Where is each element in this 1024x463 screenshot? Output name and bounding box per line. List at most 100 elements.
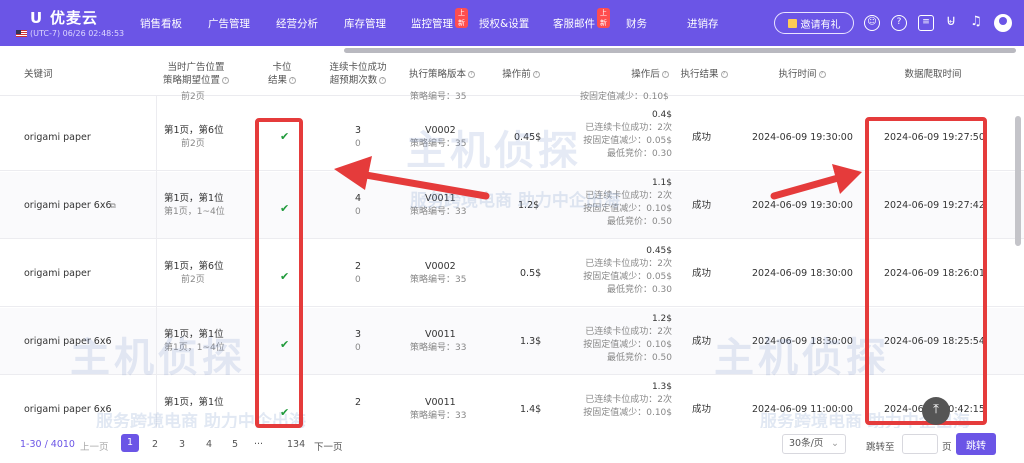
jump-button[interactable]: 跳转 xyxy=(956,433,996,455)
new-badge: 上新 xyxy=(597,8,610,28)
help-icon[interactable]: ? xyxy=(720,71,728,78)
top-bar: U 优麦云 (UTC-7) 06/26 02:48:53 销售看板 广告管理 经… xyxy=(0,0,1024,46)
page-ellipsis[interactable]: ··· xyxy=(254,439,263,450)
help-icon[interactable]: ? xyxy=(379,77,387,84)
keyword-cell[interactable]: origami paper xyxy=(24,131,91,144)
vertical-scrollbar[interactable] xyxy=(1015,116,1021,246)
message-icon[interactable]: ≡ xyxy=(918,15,934,31)
nav-item-inventory[interactable]: 库存管理 xyxy=(344,16,386,31)
pagination-range: 1-30 / 4010 xyxy=(20,439,75,450)
nav-item-analysis[interactable]: 经营分析 xyxy=(276,16,318,31)
header-consecutive-line2: 超预期次数? xyxy=(318,74,398,87)
bell-icon[interactable]: ♫ xyxy=(968,15,984,31)
nav-item-auth[interactable]: 授权&设置 xyxy=(479,16,529,31)
after-detail: 已连续卡位成功：2次 xyxy=(585,395,672,405)
page-1-button[interactable]: 1 xyxy=(121,434,139,452)
help-icon[interactable]: ? xyxy=(468,71,475,78)
table-row-partial: 前2页 策略编号：35 按固定值减少：0.10$ xyxy=(0,88,1024,104)
version-cell[interactable]: V0011 xyxy=(425,328,456,341)
result-cell: 成功 xyxy=(692,132,712,143)
watermark-logo: 主机侦探 xyxy=(70,335,246,381)
horizontal-scrollbar[interactable] xyxy=(344,48,1016,53)
page-5-button[interactable]: 5 xyxy=(232,439,238,450)
help-icon[interactable]: ? xyxy=(891,15,907,31)
keyword-cell[interactable]: origami paper 6x6 xyxy=(24,199,112,212)
result-cell: 成功 xyxy=(692,200,712,211)
header-position-line1: 当时广告位置 xyxy=(167,62,225,73)
exec-time-cell: 2024-06-09 19:30:00 xyxy=(752,132,853,143)
help-icon[interactable]: ? xyxy=(222,77,229,84)
consecutive-cell: 2 xyxy=(355,261,362,272)
page-134-button[interactable]: 134 xyxy=(287,439,305,450)
next-page-button[interactable]: 下一页 xyxy=(314,439,343,453)
after-detail: 最低竞价：0.50 xyxy=(606,217,672,227)
nav-item-monitor[interactable]: 监控管理 xyxy=(411,16,453,31)
jump-page-input[interactable] xyxy=(902,434,938,454)
after-detail: 最低竞价：0.30 xyxy=(606,285,672,295)
nav-item-sales[interactable]: 销售看板 xyxy=(140,16,182,31)
after-cell: 1.3$ 已连续卡位成功：2次 按固定值减少：0.10$ xyxy=(570,381,672,420)
page-size-value: 30条/页 xyxy=(789,438,824,449)
header-consecutive: 连续卡位成功 超预期次数? xyxy=(318,61,398,87)
prev-page-button[interactable]: 上一页 xyxy=(80,439,109,453)
page-size-select[interactable]: 30条/页 ⌄ xyxy=(782,434,846,454)
timezone-clock: (UTC-7) 06/26 02:48:53 xyxy=(16,29,124,38)
strategy-cell: 策略编号：33 xyxy=(410,343,467,353)
result-cell: 成功 xyxy=(692,268,712,279)
version-cell[interactable]: V0002 xyxy=(425,260,456,273)
nav-item-purchase[interactable]: 进销存 xyxy=(687,16,719,31)
help-icon[interactable]: ? xyxy=(289,77,296,84)
nav-item-ads[interactable]: 广告管理 xyxy=(208,16,250,31)
after-detail: 已连续卡位成功：2次 xyxy=(585,123,672,133)
after-detail: 最低竞价：0.30 xyxy=(606,149,672,159)
version-cell[interactable]: V0011 xyxy=(425,396,456,409)
consecutive-cell: 4 xyxy=(355,193,362,204)
result-cell: 成功 xyxy=(692,336,712,347)
page-3-button[interactable]: 3 xyxy=(179,439,185,450)
header-after: 操作后? xyxy=(620,68,680,81)
page-4-button[interactable]: 4 xyxy=(206,439,212,450)
strategy-cell: 策略编号：35 xyxy=(410,275,467,285)
after-value: 1.3$ xyxy=(651,382,672,392)
copy-icon[interactable]: ⧉ xyxy=(110,199,116,212)
avatar[interactable] xyxy=(994,14,1012,32)
gift-icon xyxy=(787,18,797,28)
result-cell: 成功 xyxy=(692,404,712,415)
help-icon[interactable]: ? xyxy=(532,71,540,78)
cart-icon[interactable]: ⊌ xyxy=(943,14,959,31)
strategy-cell: 策略编号：33 xyxy=(410,411,467,421)
position-cell: 第1页，第1位 xyxy=(164,193,224,204)
header-position-line2: 策略期望位置? xyxy=(156,74,236,87)
keyword-cell[interactable]: origami paper xyxy=(24,267,91,280)
nav-item-finance[interactable]: 财务 xyxy=(626,16,647,31)
exec-time-cell: 2024-06-09 18:30:00 xyxy=(752,268,853,279)
before-cell: 1.4$ xyxy=(520,404,542,415)
page-2-button[interactable]: 2 xyxy=(152,439,158,450)
back-to-top-button[interactable]: ⤒ xyxy=(922,397,950,425)
watermark-slogan: 服务跨境电商 助力中企出海 xyxy=(410,191,620,211)
help-icon[interactable]: ? xyxy=(818,71,826,78)
after-detail: 按固定值减少：0.05$ xyxy=(583,136,672,146)
after-detail: 按固定值减少：0.10$ xyxy=(583,340,672,350)
after-value: 0.45$ xyxy=(646,246,672,256)
after-detail: 已连续卡位成功：2次 xyxy=(585,327,672,337)
partial-position: 前2页 xyxy=(181,92,205,102)
consecutive-cell: 3 xyxy=(355,329,362,340)
before-cell: 0.5$ xyxy=(520,268,542,279)
header-slot-line2: 结果? xyxy=(262,74,302,87)
timezone-text: (UTC-7) 06/26 02:48:53 xyxy=(30,29,125,38)
nav-item-mail[interactable]: 客服邮件 xyxy=(553,16,595,31)
brand[interactable]: U 优麦云 xyxy=(30,7,98,28)
expected-position-cell: 第1页，1~4位 xyxy=(164,207,225,217)
after-cell: 1.2$ 已连续卡位成功：2次 按固定值减少：0.10$ 最低竞价：0.50 xyxy=(570,313,672,365)
help-icon[interactable]: ? xyxy=(661,71,669,78)
invite-button[interactable]: 邀请有礼 xyxy=(774,12,854,34)
header-version: 执行策略版本? xyxy=(402,68,482,81)
support-icon[interactable]: ☺ xyxy=(864,15,880,31)
expected-position-cell: 前2页 xyxy=(181,139,205,149)
after-value: 0.4$ xyxy=(651,110,672,120)
expected-position-cell: 前2页 xyxy=(181,275,205,285)
highlight-slot-column xyxy=(255,118,303,428)
before-cell: 1.3$ xyxy=(520,336,542,347)
after-value: 1.2$ xyxy=(651,314,672,324)
